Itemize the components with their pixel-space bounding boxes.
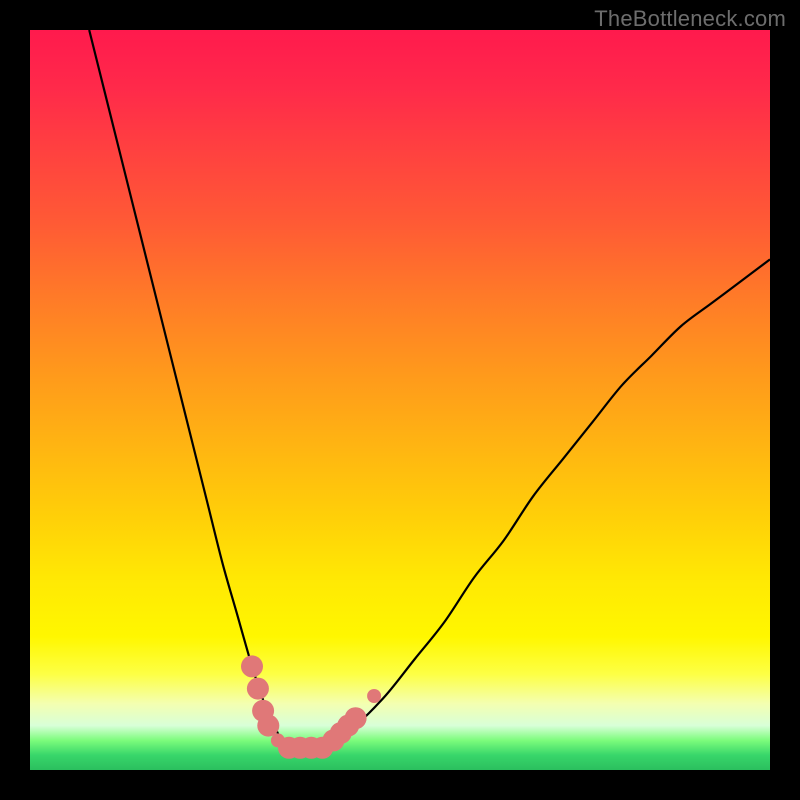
marker-dot (247, 678, 269, 700)
chart-svg (30, 30, 770, 770)
marker-dot (345, 707, 367, 729)
bottleneck-curve (89, 30, 770, 748)
highlight-markers (241, 655, 381, 758)
watermark-text: TheBottleneck.com (594, 6, 786, 32)
marker-dot (257, 715, 279, 737)
chart-plot-area (30, 30, 770, 770)
marker-dot (241, 655, 263, 677)
marker-dot (367, 689, 381, 703)
chart-frame: TheBottleneck.com (0, 0, 800, 800)
